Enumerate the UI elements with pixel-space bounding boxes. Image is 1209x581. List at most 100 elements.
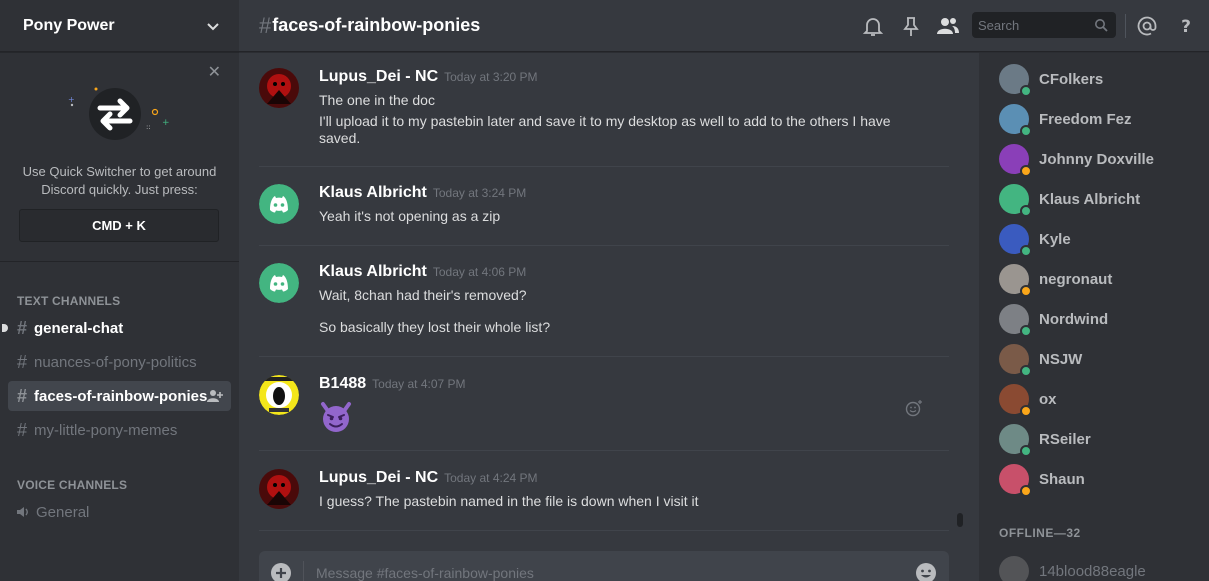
member-item[interactable]: Kyle	[999, 219, 1199, 259]
message-divider	[259, 166, 949, 167]
server-name: Pony Power	[23, 16, 115, 34]
message-group[interactable]: B1488 Today at 4:07 PM	[259, 375, 949, 435]
member-name: 14blood88eagle	[1039, 562, 1146, 580]
message-text: I guess? The pastebin named in the file …	[319, 493, 699, 509]
close-icon[interactable]: ✕	[208, 65, 221, 81]
member-item[interactable]: NSJW	[999, 339, 1199, 379]
message-divider	[259, 356, 949, 357]
hash-icon: #	[16, 385, 27, 406]
message-group[interactable]: Klaus Albricht Today at 3:24 PM Yeah it'…	[259, 184, 949, 229]
member-avatar	[999, 464, 1032, 497]
pin-icon[interactable]	[899, 14, 923, 38]
help-icon[interactable]: ?	[1174, 14, 1198, 38]
timestamp: Today at 4:07 PM	[372, 377, 466, 391]
member-item[interactable]: Shaun	[999, 459, 1199, 499]
channel-general-chat[interactable]: # general-chat	[2, 313, 231, 343]
username[interactable]: Lupus_Dei - NC	[319, 68, 438, 86]
svg-text:::: ::	[146, 123, 151, 131]
channel-nuances-of-pony-politics[interactable]: # nuances-of-pony-politics	[8, 347, 231, 377]
username[interactable]: Klaus Albricht	[319, 263, 427, 281]
timestamp: Today at 3:24 PM	[432, 186, 527, 200]
upload-plus-icon[interactable]	[271, 563, 291, 581]
member-item-offline[interactable]: 14blood88eagle	[999, 551, 1199, 581]
message-scrollbar[interactable]	[957, 513, 963, 527]
username[interactable]: B1488	[319, 375, 366, 393]
hash-icon: #	[16, 419, 27, 440]
category-voice-channels[interactable]: VOICE CHANNELS	[17, 478, 127, 492]
message-text: The one in the doc	[319, 92, 435, 108]
member-name: negronaut	[1039, 270, 1113, 288]
member-item[interactable]: Johnny Doxville	[999, 139, 1199, 179]
composer-divider	[303, 561, 304, 581]
category-text-channels[interactable]: TEXT CHANNELS	[17, 294, 120, 308]
invite-user-icon[interactable]	[207, 389, 223, 403]
member-name: RSeiler	[1039, 430, 1091, 448]
add-reaction-icon[interactable]	[905, 399, 923, 417]
hash-icon: #	[16, 317, 27, 338]
server-header[interactable]: Pony Power	[0, 0, 239, 52]
message-text: Yeah it's not opening as a zip	[319, 208, 501, 224]
search-box[interactable]	[972, 12, 1116, 38]
channel-my-little-pony-memes[interactable]: # my-little-pony-memes	[8, 415, 231, 445]
channel-header: # faces-of-rainbow-ponies ?	[239, 0, 1209, 52]
member-name: CFolkers	[1039, 70, 1104, 88]
message-group[interactable]: Lupus_Dei - NC Today at 3:20 PM The one …	[259, 68, 949, 163]
message-divider	[259, 245, 949, 246]
discord-avatar[interactable]	[259, 263, 299, 303]
member-name: Freedom Fez	[1039, 110, 1132, 128]
member-list[interactable]: CFolkers Freedom Fez Johnny Doxville Klaus …	[979, 53, 1209, 581]
member-item[interactable]: Klaus Albricht	[999, 179, 1199, 219]
message-composer[interactable]	[259, 551, 949, 581]
offline-group-label: OFFLINE—32	[999, 526, 1081, 540]
member-item[interactable]: Nordwind	[999, 299, 1199, 339]
search-icon	[1095, 19, 1108, 32]
unread-indicator	[2, 324, 8, 332]
at-icon[interactable]	[1135, 14, 1159, 38]
timestamp: Today at 3:20 PM	[444, 70, 538, 84]
status-indicator	[1020, 325, 1032, 337]
message-input[interactable]	[316, 563, 896, 581]
message-divider	[259, 530, 949, 531]
username[interactable]: Lupus_Dei - NC	[319, 469, 438, 487]
member-item[interactable]: Freedom Fez	[999, 99, 1199, 139]
message-group[interactable]: Lupus_Dei - NC Today at 4:24 PM I guess?…	[259, 469, 949, 514]
voice-channel-general[interactable]: General	[8, 497, 231, 527]
member-avatar	[999, 104, 1032, 137]
message-body: Klaus Albricht Today at 4:06 PM Wait, 8c…	[319, 263, 919, 336]
message-text: So basically they lost their whole list?	[319, 319, 551, 335]
member-name: Nordwind	[1039, 310, 1109, 328]
yellow-avatar[interactable]	[259, 375, 299, 415]
status-indicator	[1020, 285, 1032, 297]
channel-sidebar: Pony Power ✕ + + :: Use Quick Switcher t…	[0, 0, 239, 581]
message-text: Wait, 8chan had their's removed?	[319, 287, 527, 303]
member-item[interactable]: ox	[999, 379, 1199, 419]
member-avatar	[999, 384, 1032, 417]
members-icon[interactable]	[936, 14, 960, 38]
member-item[interactable]: negronaut	[999, 259, 1199, 299]
member-avatar	[999, 304, 1032, 337]
svg-text:+: +	[162, 118, 170, 128]
quick-switcher-shortcut-button[interactable]: CMD + K	[19, 209, 219, 242]
member-avatar	[999, 144, 1032, 177]
discord-avatar[interactable]	[259, 184, 299, 224]
member-item[interactable]: RSeiler	[999, 419, 1199, 459]
member-item[interactable]: CFolkers	[999, 59, 1199, 99]
member-name: NSJW	[1039, 350, 1083, 368]
member-avatar	[999, 264, 1032, 297]
red-avatar[interactable]	[259, 469, 299, 509]
message-body: Lupus_Dei - NC Today at 4:24 PM I guess?…	[319, 469, 919, 510]
search-input[interactable]	[978, 17, 1088, 33]
status-indicator	[1020, 245, 1032, 257]
username[interactable]: Klaus Albricht	[319, 184, 427, 202]
message-list[interactable]: Lupus_Dei - NC Today at 3:20 PM The one …	[239, 53, 959, 535]
status-indicator	[1020, 85, 1032, 97]
emoji-picker-icon[interactable]	[915, 562, 937, 581]
chevron-down-icon[interactable]	[205, 18, 221, 34]
red-avatar[interactable]	[259, 68, 299, 108]
message-group[interactable]: Klaus Albricht Today at 4:06 PM Wait, 8c…	[259, 263, 949, 343]
status-indicator	[1020, 205, 1032, 217]
message-divider	[259, 450, 949, 451]
channel-faces-of-rainbow-ponies[interactable]: # faces-of-rainbow-ponies	[8, 381, 231, 411]
header-divider	[1125, 14, 1126, 38]
bell-icon[interactable]	[861, 14, 885, 38]
